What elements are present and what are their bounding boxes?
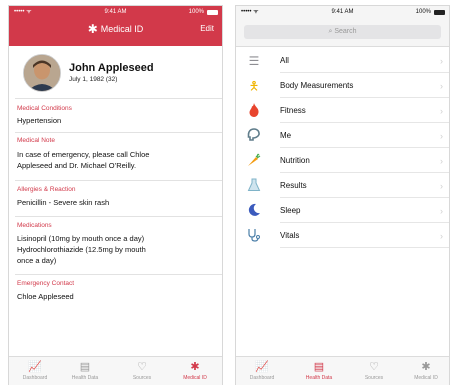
chevron-right-icon: › [440, 231, 443, 241]
divider [15, 180, 222, 181]
chevron-right-icon: › [440, 206, 443, 216]
chevron-right-icon: › [440, 131, 443, 141]
health-data-header: ••••• ᯤ 9:41 AM 100% ⌕ Search [236, 6, 449, 47]
flask-icon [246, 178, 262, 194]
tab-sources[interactable]: ♡ Sources [122, 361, 162, 381]
allergies-value: Penicillin - Severe skin rash [17, 198, 110, 207]
stethoscope-icon [246, 228, 262, 244]
divider [15, 98, 222, 99]
tab-bar: 📈 Dashboard ▤ Health Data ♡ Sources ✱ Me… [236, 356, 449, 385]
carrot-icon [246, 153, 262, 169]
battery-percent: 100% [415, 9, 431, 15]
folder-icon: ▤ [79, 361, 91, 373]
tab-dashboard[interactable]: 📈 Dashboard [15, 361, 55, 381]
chevron-right-icon: › [440, 106, 443, 116]
medical-note-label: Medical Note [17, 137, 55, 144]
medical-id-screen: ••••• ᯤ 9:41 AM 100% ✱ Medical ID Edit Jo… [8, 5, 223, 385]
category-row-vitals[interactable]: Vitals › [236, 223, 449, 248]
battery-percent: 100% [188, 9, 204, 15]
category-row-all[interactable]: ☰ All › [236, 48, 449, 73]
search-placeholder: Search [334, 28, 357, 35]
medical-note-value: In case of emergency, please call Chloe … [17, 150, 150, 170]
allergies-label: Allergies & Reaction [17, 186, 76, 193]
tab-medical-id[interactable]: ✱ Medical ID [175, 361, 215, 381]
chevron-right-icon: › [440, 181, 443, 191]
chevron-right-icon: › [440, 156, 443, 166]
flame-icon [246, 103, 262, 119]
category-row-sleep[interactable]: Sleep › [236, 198, 449, 223]
medications-value: Lisinopril (10mg by mouth once a day) Hy… [17, 234, 146, 265]
tab-sources[interactable]: ♡ Sources [354, 361, 394, 381]
person-icon: 🯅 [248, 79, 260, 93]
moon-icon [246, 203, 262, 219]
chevron-right-icon: › [440, 56, 443, 66]
medical-conditions-label: Medical Conditions [17, 105, 72, 112]
search-input[interactable]: ⌕ Search [244, 25, 441, 39]
heart-icon: ♡ [369, 361, 379, 373]
list-icon: ☰ [248, 54, 260, 68]
health-data-screen: ••••• ᯤ 9:41 AM 100% ⌕ Search ☰ All › 🯅 … [235, 5, 450, 385]
profile-dob: July 1, 1982 (32) [69, 76, 118, 83]
medical-id-header: ••••• ᯤ 9:41 AM 100% ✱ Medical ID Edit [9, 6, 222, 46]
avatar [23, 54, 61, 92]
nav-title-text: Medical ID [100, 24, 144, 34]
tab-dashboard[interactable]: 📈 Dashboard [242, 361, 282, 381]
chart-icon: 📈 [28, 361, 42, 373]
divider [15, 216, 222, 217]
status-bar: ••••• ᯤ 9:41 AM 100% [236, 6, 449, 18]
battery-icon [434, 10, 445, 15]
medications-label: Medications [17, 222, 52, 229]
status-bar: ••••• ᯤ 9:41 AM 100% [9, 6, 222, 18]
category-row-nutrition[interactable]: Nutrition › [236, 148, 449, 173]
chevron-right-icon: › [440, 81, 443, 91]
tab-health-data[interactable]: ▤ Health Data [299, 361, 339, 381]
chart-icon: 📈 [255, 361, 269, 373]
emergency-contact-label: Emergency Contact [17, 280, 75, 287]
asterisk-icon: ✱ [87, 22, 98, 36]
tab-health-data[interactable]: ▤ Health Data [65, 361, 105, 381]
medical-conditions-value: Hypertension [17, 116, 62, 125]
category-row-fitness[interactable]: Fitness › [236, 98, 449, 123]
category-row-body-measurements[interactable]: 🯅 Body Measurements › [236, 73, 449, 98]
asterisk-icon: ✱ [190, 361, 200, 373]
edit-button[interactable]: Edit [200, 22, 214, 36]
profile-header: John Appleseed July 1, 1982 (32) [23, 54, 213, 94]
divider [15, 274, 222, 275]
head-icon [246, 128, 262, 144]
folder-icon: ▤ [313, 361, 325, 373]
category-row-me[interactable]: Me › [236, 123, 449, 148]
profile-name: John Appleseed [69, 62, 154, 74]
emergency-contact-value[interactable]: Chloe Appleseed [17, 291, 212, 302]
category-row-results[interactable]: Results › [236, 173, 449, 198]
battery-icon [207, 10, 218, 15]
tab-bar: 📈 Dashboard ▤ Health Data ♡ Sources ✱ Me… [9, 356, 222, 385]
asterisk-icon: ✱ [421, 361, 431, 373]
nav-title: ✱ Medical ID [9, 22, 222, 36]
heart-icon: ♡ [137, 361, 147, 373]
divider [15, 132, 222, 133]
tab-medical-id[interactable]: ✱ Medical ID [406, 361, 446, 381]
